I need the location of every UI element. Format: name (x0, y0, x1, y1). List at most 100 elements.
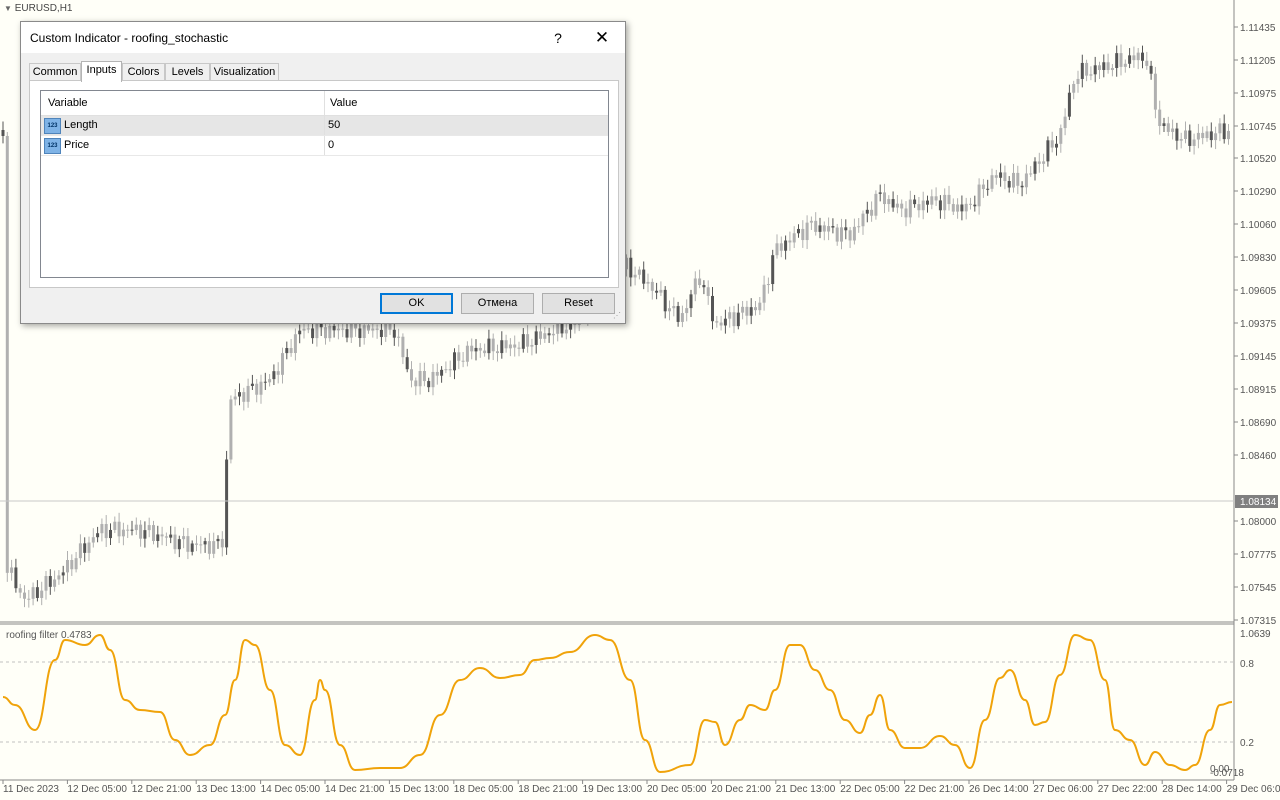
candle-body (358, 328, 362, 338)
dialog-title: Custom Indicator - roofing_stochastic (30, 31, 229, 45)
close-icon[interactable]: ✕ (589, 28, 615, 48)
candle-body (719, 322, 723, 326)
candle-body (126, 529, 130, 531)
candle-body (48, 576, 52, 587)
candle-body (672, 306, 676, 309)
candle-body (1102, 62, 1106, 70)
candle-body (680, 313, 684, 322)
candle-body (431, 371, 435, 388)
candle-body (496, 351, 499, 354)
tab-levels[interactable]: Levels (165, 63, 210, 81)
candle-body (1196, 132, 1200, 140)
candle-body (177, 539, 181, 550)
candle-body (182, 536, 186, 540)
resize-grip-icon[interactable]: ⋰ (613, 311, 623, 321)
candle-body (1016, 172, 1020, 186)
candle-body (324, 327, 327, 339)
candle-body (547, 333, 551, 336)
column-divider[interactable] (324, 91, 325, 115)
current-price-label: 1.08134 (1240, 497, 1277, 508)
candle-body (1209, 131, 1213, 141)
candle-body (483, 350, 487, 354)
tab-common[interactable]: Common (29, 63, 81, 81)
candle-body (229, 399, 233, 460)
candle-body (633, 274, 637, 278)
candle-body (508, 344, 512, 349)
candle-body (44, 576, 48, 591)
candle-body (758, 302, 762, 311)
candle-body (212, 541, 216, 554)
cancel-button[interactable]: Отмена (461, 293, 534, 314)
candle-body (1072, 83, 1076, 93)
candle-body (1145, 60, 1149, 66)
time-tick-label: 22 Dec 05:00 (840, 784, 900, 795)
input-value[interactable]: 0 (328, 139, 334, 151)
chevron-down-icon[interactable]: ▼ (4, 4, 12, 13)
time-tick-label: 15 Dec 13:00 (389, 784, 449, 795)
symbol-label: ▼ EURUSD,H1 (4, 3, 73, 14)
candle-body (642, 269, 646, 284)
candle-body (289, 348, 293, 354)
reset-button[interactable]: Reset (542, 293, 615, 314)
time-tick-label: 18 Dec 05:00 (454, 784, 514, 795)
candle-body (328, 325, 332, 339)
candle-body (1188, 130, 1192, 146)
candle-body (741, 306, 745, 313)
candle-body (1222, 123, 1226, 140)
indicator-tick-label: 1.0639 (1240, 629, 1271, 640)
candle-body (341, 328, 345, 330)
dialog-title-bar[interactable]: Custom Indicator - roofing_stochastic ? … (21, 22, 625, 53)
tab-colors[interactable]: Colors (122, 63, 165, 81)
candle-body (1007, 181, 1011, 188)
candle-body (134, 524, 138, 531)
candle-body (848, 230, 852, 241)
candle-body (195, 543, 198, 545)
candle-body (392, 329, 396, 338)
tab-visualization[interactable]: Visualization (210, 63, 279, 81)
candle-body (27, 598, 31, 600)
candle-body (698, 278, 702, 286)
column-value[interactable]: Value (330, 97, 357, 109)
input-row-price[interactable]: 123 Price 0 (41, 136, 608, 156)
candle-body (1076, 78, 1080, 84)
inputs-grid: Variable Value 123 Length 50 123 Price 0 (40, 90, 609, 278)
ok-button[interactable]: OK (380, 293, 453, 314)
candle-body (242, 392, 246, 402)
candle-body (702, 285, 706, 288)
candle-body (31, 587, 35, 599)
candle-body (40, 590, 44, 598)
input-row-length[interactable]: 123 Length 50 (41, 116, 608, 136)
time-tick-label: 26 Dec 14:00 (969, 784, 1029, 795)
candle-body (685, 308, 689, 314)
candle-body (1063, 116, 1067, 129)
candle-body (874, 193, 878, 216)
input-name: Length (64, 119, 98, 131)
candle-body (156, 534, 160, 541)
candle-body (349, 322, 353, 338)
candle-body (281, 353, 284, 375)
tab-inputs[interactable]: Inputs (81, 61, 122, 82)
candle-body (797, 228, 800, 234)
numeric-type-icon: 123 (44, 138, 61, 154)
inputs-panel: Variable Value 123 Length 50 123 Price 0 (29, 80, 619, 288)
candle-body (207, 541, 211, 554)
help-icon[interactable]: ? (548, 28, 568, 48)
candle-body (96, 533, 100, 538)
candle-body (487, 338, 491, 354)
candle-body (1093, 65, 1097, 75)
candle-body (91, 537, 95, 543)
candle-body (852, 226, 856, 241)
candle-body (543, 333, 547, 339)
candle-body (1192, 139, 1196, 146)
column-variable[interactable]: Variable (48, 97, 88, 109)
candle-body (990, 175, 994, 189)
candle-body (152, 525, 155, 541)
candle-body (646, 281, 650, 284)
indicator-axis: 1.06390.80.20.00-0.0718 (1210, 629, 1271, 779)
candle-body (1119, 53, 1123, 67)
candle-body (1037, 161, 1041, 164)
candle-body (1085, 62, 1089, 76)
input-value[interactable]: 50 (328, 119, 340, 131)
candle-body (410, 369, 413, 381)
candle-body (513, 344, 517, 348)
